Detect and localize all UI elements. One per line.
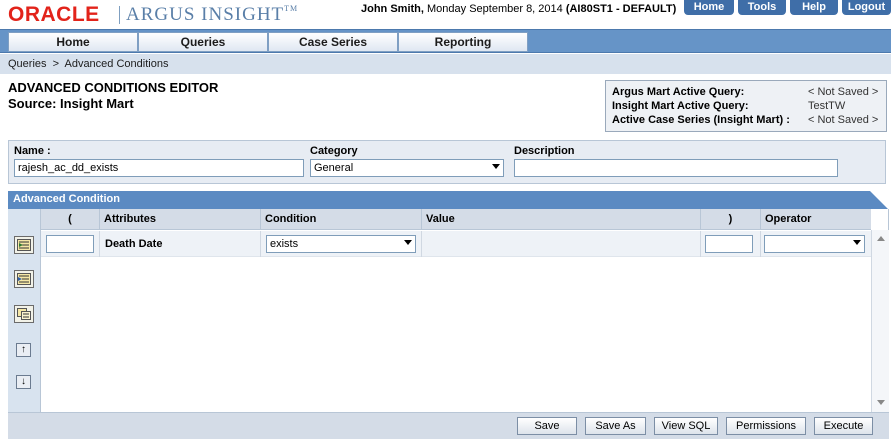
insight-mart-query-value: TestTW [808,100,846,112]
column-condition: Condition [260,209,421,230]
save-as-button[interactable]: Save As [585,417,646,435]
database-info: (AI80ST1 - DEFAULT) [565,3,677,15]
breadcrumb: Queries > Advanced Conditions [8,58,168,70]
move-down-icon[interactable]: ↓ [16,375,31,389]
row-divider [99,231,100,257]
insight-mart-query-label: Insight Mart Active Query: [612,100,749,112]
page-title: ADVANCED CONDITIONS EDITOR [8,80,219,95]
copy-condition-glyph [17,308,31,320]
breadcrumb-bar: Queries > Advanced Conditions [0,54,891,74]
condition-select[interactable]: exists [266,235,416,253]
nav-tab-reporting[interactable]: Reporting [398,32,528,52]
name-input[interactable]: rajesh_ac_dd_exists [14,159,304,177]
breadcrumb-queries[interactable]: Queries [8,58,47,70]
copy-condition-icon[interactable] [14,305,34,323]
move-up-icon[interactable]: ↑ [16,343,31,357]
column-operator: Operator [760,209,871,230]
main-nav: Home Queries Case Series Reporting [0,29,891,53]
breadcrumb-current: Advanced Conditions [64,58,169,70]
execute-button[interactable]: Execute [814,417,873,435]
save-button[interactable]: Save [517,417,577,435]
top-link-home[interactable]: Home [684,0,734,15]
page-source: Source: Insight Mart [8,96,134,111]
category-selected-value: General [314,162,354,174]
app-header: ORACLE ARGUS INSIGHTTM John Smith, Monda… [0,0,891,29]
oracle-logo: ORACLE [8,3,100,26]
trademark: TM [284,4,299,13]
nav-tab-queries[interactable]: Queries [138,32,268,52]
add-condition-icon[interactable] [14,236,34,254]
close-paren-input[interactable] [705,235,753,253]
logo-divider [119,6,120,24]
argus-mart-query-label: Argus Mart Active Query: [612,86,745,98]
category-label: Category [310,145,358,157]
chevron-down-icon [492,164,500,169]
category-select[interactable]: General [310,159,504,177]
grid-scrollbar[interactable] [871,230,889,412]
product-name: ARGUS INSIGHT [126,4,285,25]
advanced-condition-title: Advanced Condition [13,193,120,205]
top-link-logout[interactable]: Logout [842,0,891,15]
nav-tab-home[interactable]: Home [8,32,138,52]
insert-condition-icon[interactable] [14,270,34,288]
add-condition-glyph [17,239,31,251]
argus-mart-query-value: < Not Saved > [808,86,879,98]
argus-insight-logo: ARGUS INSIGHTTM [126,4,298,26]
nav-tab-case-series[interactable]: Case Series [268,32,398,52]
top-link-help[interactable]: Help [790,0,838,15]
top-link-tools[interactable]: Tools [738,0,786,15]
description-input[interactable] [514,159,838,177]
chevron-down-icon [853,240,861,245]
column-open-paren: ( [68,213,72,225]
row-divider [760,231,761,257]
column-close-paren: ) [700,209,760,230]
open-paren-input[interactable] [46,235,94,253]
scroll-up-icon[interactable] [877,236,885,241]
active-query-box: Argus Mart Active Query: < Not Saved > I… [605,80,887,132]
breadcrumb-separator: > [52,58,60,70]
header-corner [870,191,888,209]
description-label: Description [514,145,575,157]
attribute-value: Death Date [105,238,163,250]
active-case-series-value: < Not Saved > [808,114,879,126]
operator-select[interactable] [764,235,865,253]
chevron-down-icon [404,240,412,245]
scroll-down-icon[interactable] [877,400,885,405]
column-attributes: Attributes [99,209,260,230]
advanced-condition-header [8,191,888,209]
permissions-button[interactable]: Permissions [726,417,806,435]
insert-condition-glyph [17,273,31,285]
view-sql-button[interactable]: View SQL [654,417,718,435]
row-divider [260,231,261,257]
user-name: John Smith, [361,3,424,15]
column-value: Value [421,209,700,230]
user-info: John Smith, Monday September 8, 2014 (AI… [361,3,676,15]
row-divider [700,231,701,257]
current-date: Monday September 8, 2014 [423,3,566,15]
row-divider [421,231,422,257]
active-case-series-label: Active Case Series (Insight Mart) : [612,114,790,126]
condition-selected-value: exists [270,238,299,250]
name-label: Name : [14,145,51,157]
